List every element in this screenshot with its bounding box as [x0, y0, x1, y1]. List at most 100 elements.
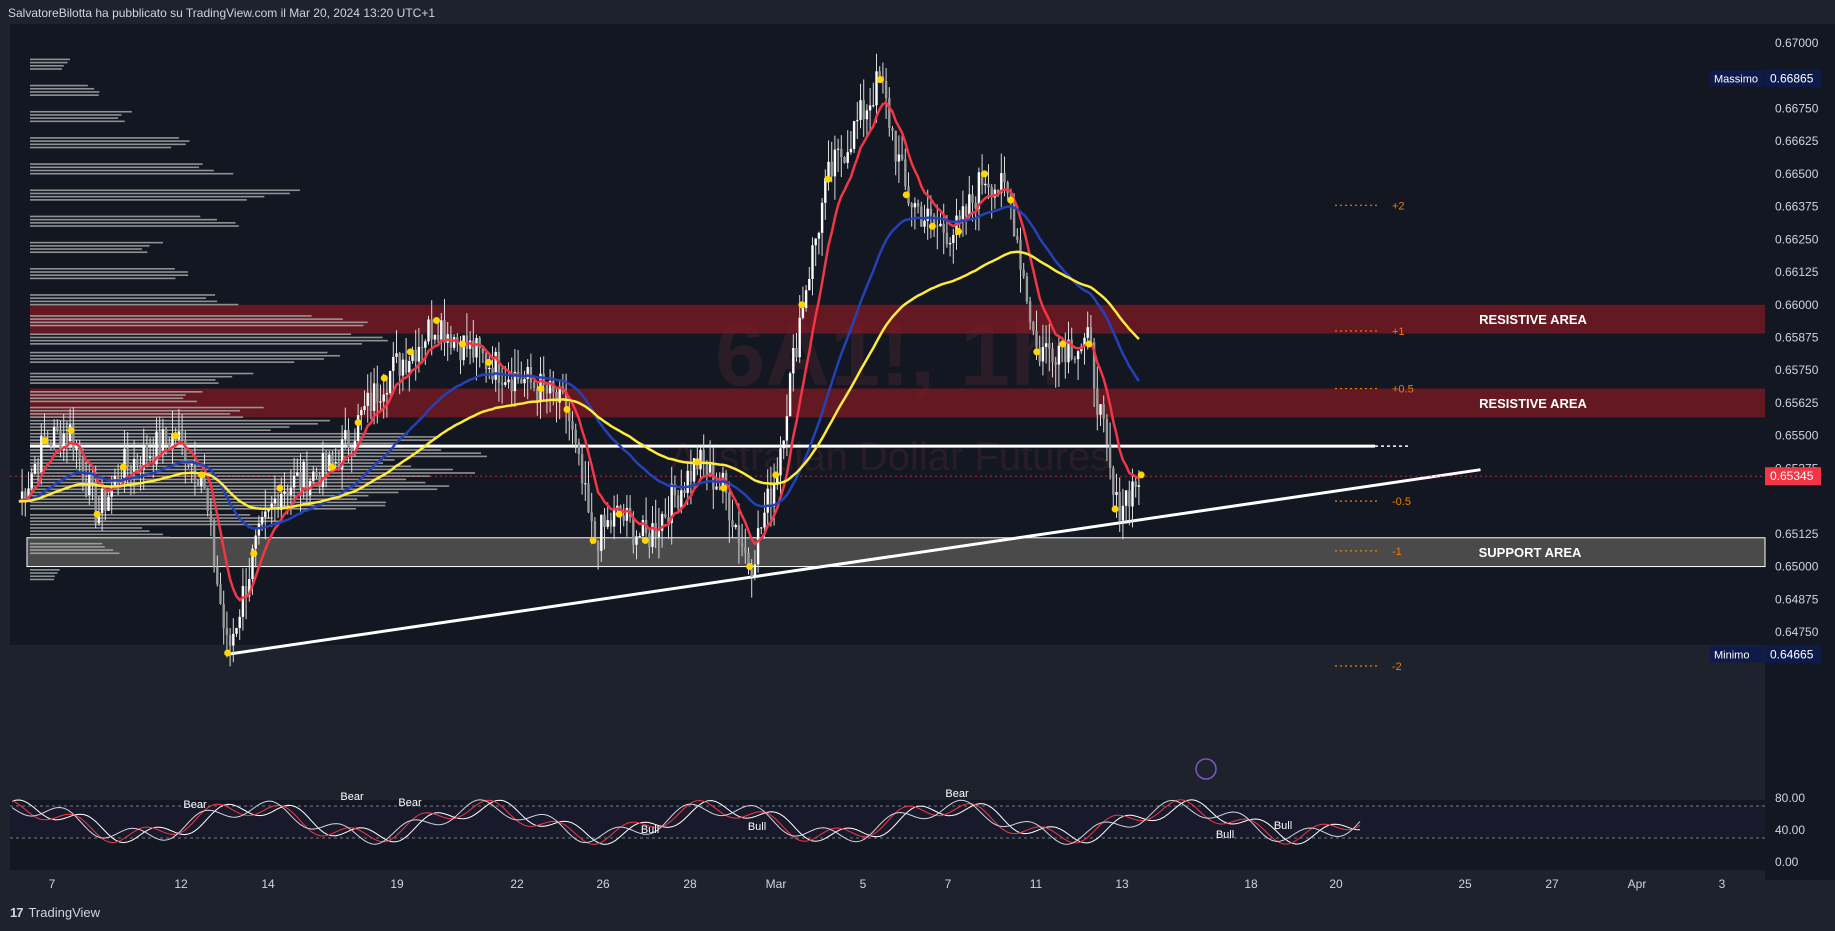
candle-body [283, 491, 286, 494]
candle-body [1012, 199, 1016, 237]
candle-body [241, 586, 245, 617]
candle-body [1099, 404, 1102, 415]
volume-profile-bar [30, 303, 239, 306]
candle-body [664, 514, 667, 518]
price-tick-label: 0.66000 [1775, 298, 1819, 312]
candle-body [894, 130, 897, 162]
volume-profile-bar [30, 455, 487, 458]
candle-body [1044, 343, 1048, 347]
volume-profile-bar [30, 572, 58, 574]
time-tick-label: 7 [945, 877, 952, 891]
fib-level-label: +2 [1392, 200, 1405, 212]
volume-profile-bar [30, 336, 383, 339]
pivot-marker [459, 340, 467, 348]
candle-body [299, 472, 302, 489]
candle-body [750, 569, 753, 577]
volume-profile-bar [30, 61, 68, 64]
price-tick-label: 0.65750 [1775, 363, 1819, 377]
pivot-marker [93, 510, 101, 518]
candle-body [689, 470, 693, 482]
fib-level-label: +0.5 [1392, 384, 1414, 396]
candle-body [920, 206, 923, 227]
candle-body [1019, 239, 1022, 270]
volume-profile-bar [30, 575, 55, 578]
candle-body [510, 379, 513, 392]
candle-body [158, 431, 161, 455]
publish-attribution: SalvatoreBilotta ha pubblicato su Tradin… [8, 6, 436, 20]
candle-body [472, 340, 475, 358]
candle-body [366, 392, 369, 406]
candle-body [145, 444, 149, 459]
candle-body [235, 628, 238, 634]
pivot-marker [746, 563, 754, 571]
volume-profile-bar [30, 549, 114, 551]
time-tick-label: Apr [1628, 877, 1647, 891]
candle-body [734, 524, 737, 528]
volume-profile-bar [30, 416, 244, 418]
candle-body [1064, 345, 1067, 363]
candle-body [196, 479, 200, 487]
candle-body [216, 566, 219, 585]
tradingview-logo-icon: 17 [10, 905, 24, 920]
pivot-marker [119, 463, 127, 471]
candle-body [929, 208, 933, 216]
candle-body [1108, 444, 1112, 469]
candle-body [206, 488, 209, 512]
price-axis-pane [1765, 24, 1835, 880]
candle-body [814, 238, 817, 246]
time-tick-label: 19 [390, 877, 404, 891]
candle-body [500, 382, 504, 385]
candle-body [324, 452, 328, 472]
volume-profile-bar [30, 517, 274, 519]
candle-body [856, 120, 859, 122]
candle-body [737, 524, 741, 544]
candle-body [270, 503, 273, 508]
candle-body [811, 245, 814, 279]
volume-profile-bar [30, 339, 388, 342]
candle-body [372, 383, 376, 411]
volume-profile-bar [30, 218, 217, 221]
candle-body [836, 148, 840, 150]
candle-body [984, 183, 987, 186]
candle-body [180, 431, 184, 440]
candle-body [452, 337, 456, 348]
volume-profile-bar [30, 274, 189, 276]
tradingview-brand[interactable]: TradingView [28, 905, 100, 920]
candle-body [1057, 345, 1061, 365]
candle-body [1022, 269, 1025, 277]
candle-body [1076, 351, 1080, 360]
footer: 17 TradingView [10, 905, 100, 920]
candle-body [600, 514, 603, 551]
replay-icon[interactable] [1195, 758, 1217, 780]
volume-profile-bar [30, 578, 55, 581]
candle-body [916, 203, 920, 207]
pivot-marker [41, 437, 49, 445]
volume-profile-bar [30, 114, 122, 116]
candle-body [360, 410, 363, 416]
candle-body [126, 448, 129, 467]
price-tick-label: 0.65500 [1775, 429, 1819, 443]
zone-label: RESISTIVE AREA [1479, 396, 1587, 411]
volume-profile-bar [30, 137, 180, 139]
volume-profile-bar [30, 68, 63, 70]
price-chart[interactable]: 6A1!, 1hAustralian Dollar FuturesRESISTI… [0, 22, 1835, 922]
candle-body [225, 627, 229, 636]
min-price-value: 0.64665 [1770, 647, 1814, 661]
candle-body [638, 535, 641, 537]
pivot-marker [485, 358, 493, 366]
candle-body [952, 234, 955, 243]
candle-body [56, 426, 59, 431]
candle-body [417, 346, 421, 362]
candle-body [382, 394, 385, 402]
pivot-marker [798, 301, 806, 309]
candle-body [107, 496, 110, 511]
volume-profile-bar [30, 372, 254, 375]
volume-profile-bar [30, 465, 412, 468]
volume-profile-bar [30, 84, 88, 87]
volume-profile-bar [30, 472, 476, 474]
pivot-marker [615, 510, 623, 518]
price-tick-label: 0.66500 [1775, 167, 1819, 181]
candle-body [753, 564, 757, 577]
candle-body [1054, 362, 1057, 365]
candle-body [584, 483, 587, 485]
